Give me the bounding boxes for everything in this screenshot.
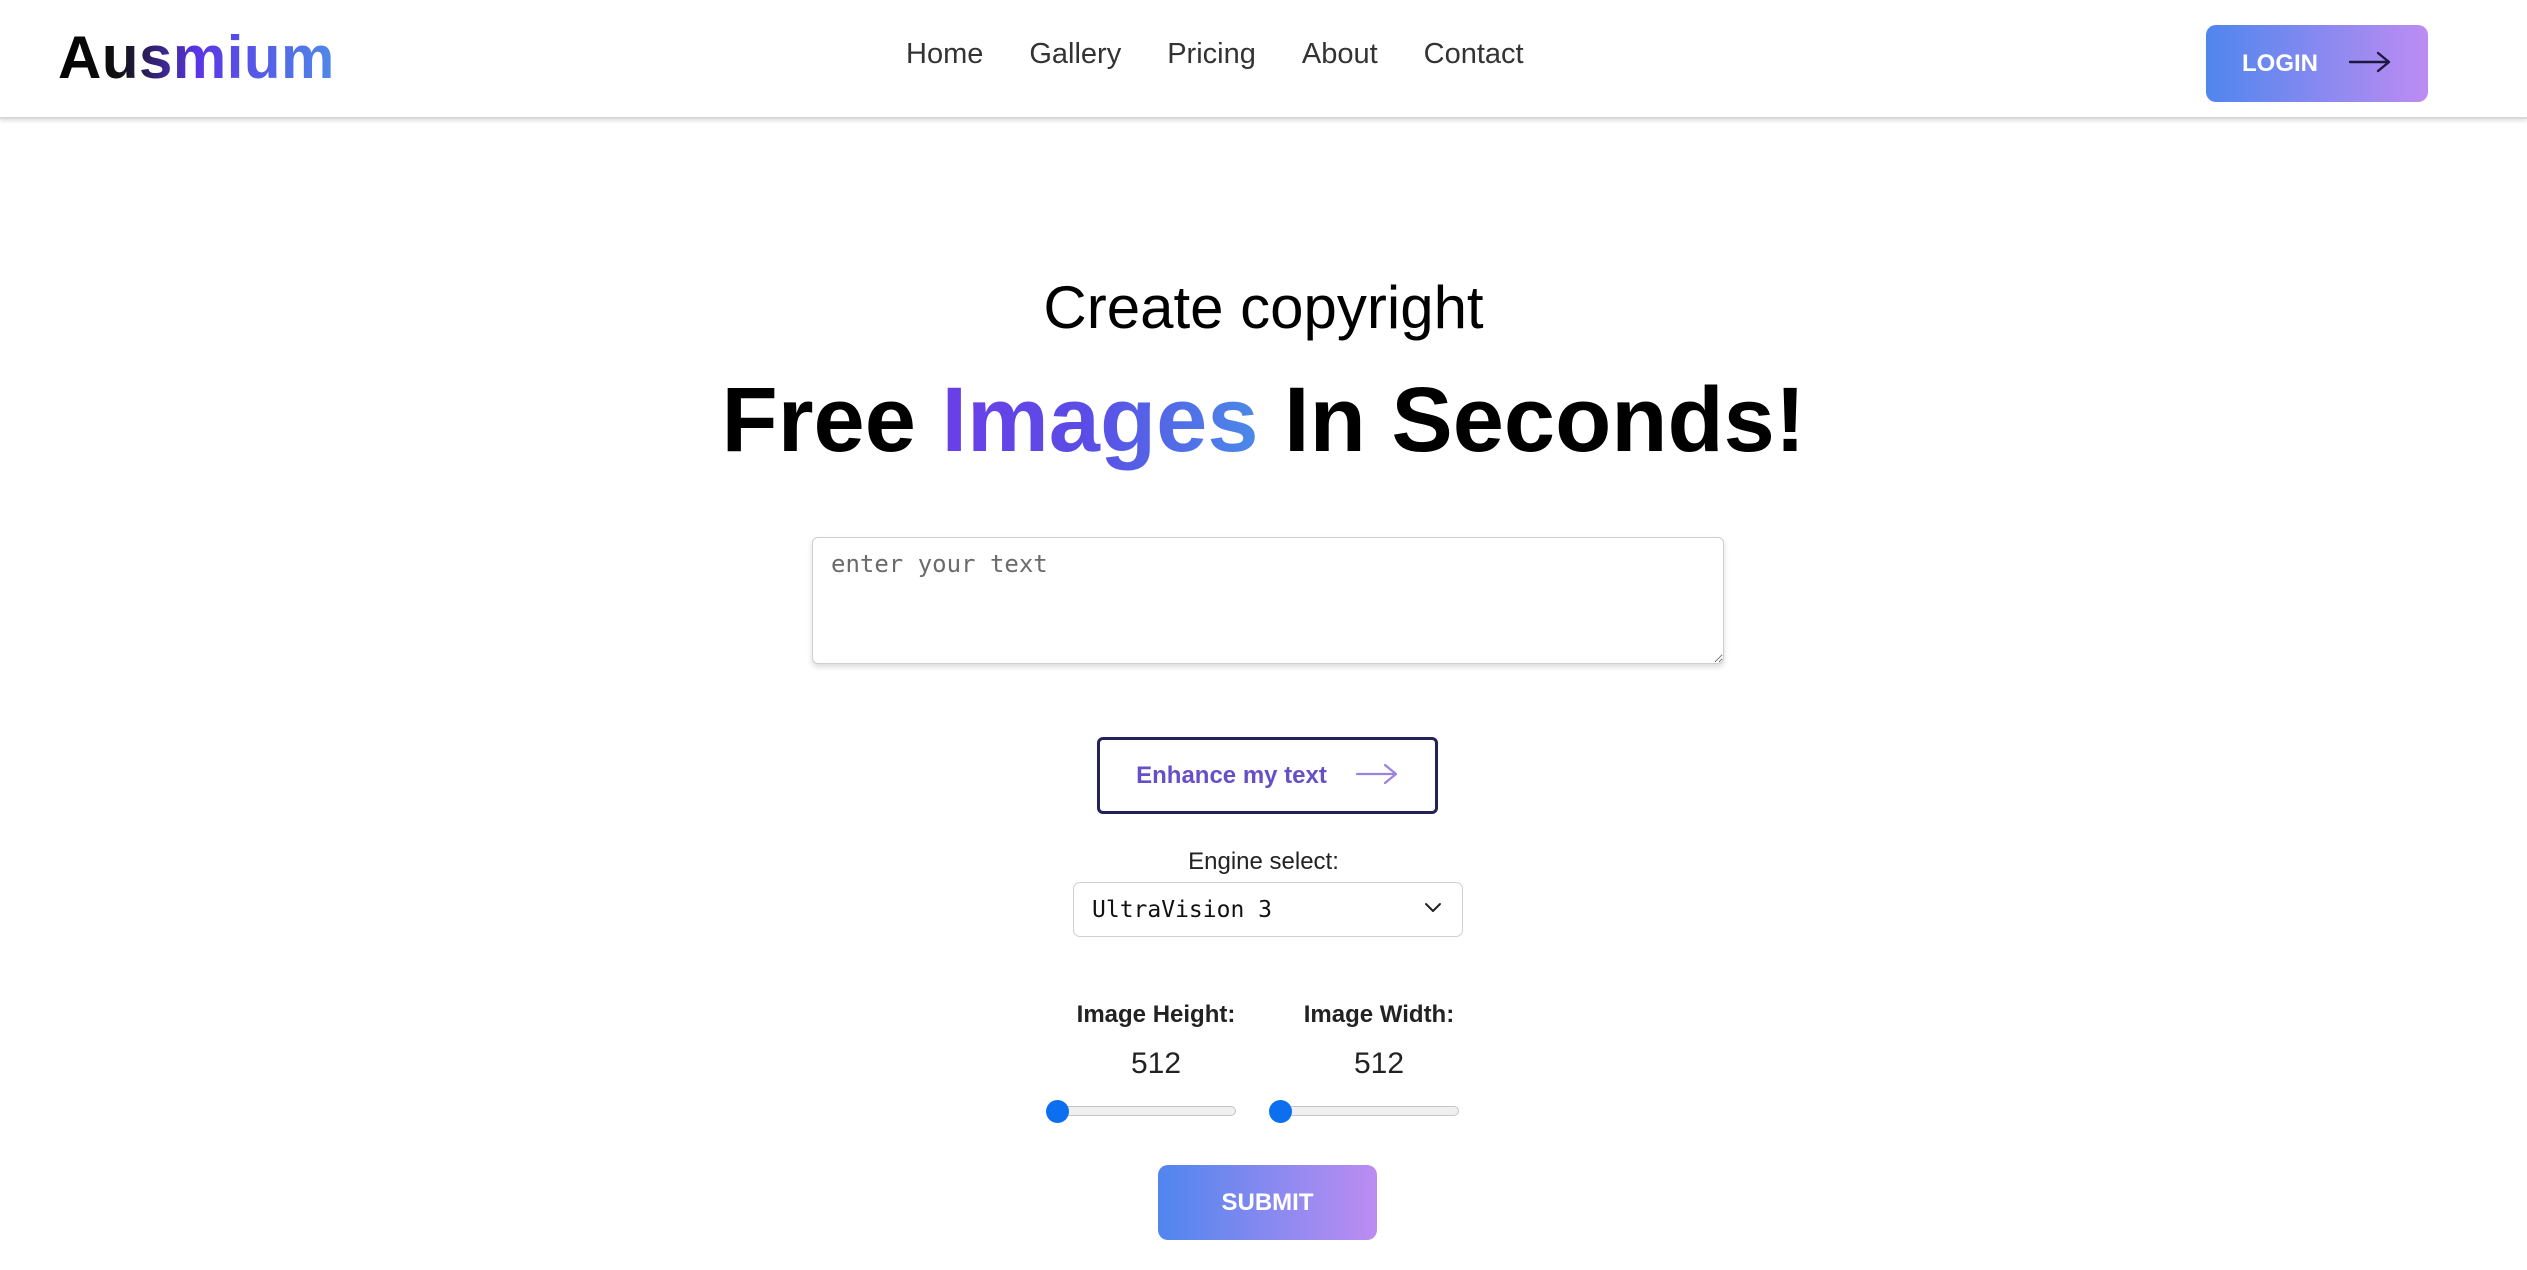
image-height-label: Image Height: <box>1076 1001 1236 1028</box>
hero-title-highlight: Images <box>941 369 1259 471</box>
site-header: Ausmium Home Gallery Pricing About Conta… <box>0 0 2527 119</box>
slider-track <box>1046 1106 1236 1116</box>
engine-selected-value: UltraVision 3 <box>1092 896 1273 923</box>
nav-gallery[interactable]: Gallery <box>1029 34 1121 74</box>
enhance-text-button[interactable]: Enhance my text <box>1097 737 1438 814</box>
login-label: LOGIN <box>2242 49 2318 77</box>
hero-title-part2: In Seconds! <box>1258 369 1806 471</box>
slider-track <box>1269 1106 1459 1116</box>
image-width-label: Image Width: <box>1303 1001 1455 1028</box>
nav-contact[interactable]: Contact <box>1424 34 1524 74</box>
main-nav: Home Gallery Pricing About Contact <box>906 34 1524 74</box>
prompt-input[interactable] <box>812 537 1724 664</box>
image-width-value: 512 <box>1353 1047 1405 1080</box>
arrow-right-icon <box>2348 50 2392 77</box>
image-height-value: 512 <box>1130 1047 1182 1080</box>
nav-home[interactable]: Home <box>906 34 983 74</box>
hero-title-part1: Free <box>721 369 942 471</box>
hero-subtitle: Create copyright <box>1043 274 1484 341</box>
engine-select-label: Engine select: <box>1188 848 1339 875</box>
login-button[interactable]: LOGIN <box>2206 25 2428 102</box>
nav-about[interactable]: About <box>1302 34 1378 74</box>
slider-thumb[interactable] <box>1269 1100 1292 1123</box>
arrow-right-icon <box>1355 762 1399 789</box>
nav-pricing[interactable]: Pricing <box>1167 34 1256 74</box>
engine-select[interactable]: UltraVision 3 <box>1073 882 1463 937</box>
image-width-slider[interactable] <box>1269 1100 1459 1123</box>
enhance-label: Enhance my text <box>1136 761 1327 789</box>
hero-title: Free Images In Seconds! <box>0 370 2527 470</box>
submit-button[interactable]: SUBMIT <box>1158 1165 1377 1240</box>
image-height-slider[interactable] <box>1046 1100 1236 1123</box>
chevron-down-icon <box>1424 901 1442 919</box>
image-height-group: Image Height: 512 <box>1056 998 1256 1082</box>
image-width-group: Image Width: 512 <box>1279 998 1479 1082</box>
slider-thumb[interactable] <box>1046 1100 1069 1123</box>
logo[interactable]: Ausmium <box>58 20 335 96</box>
